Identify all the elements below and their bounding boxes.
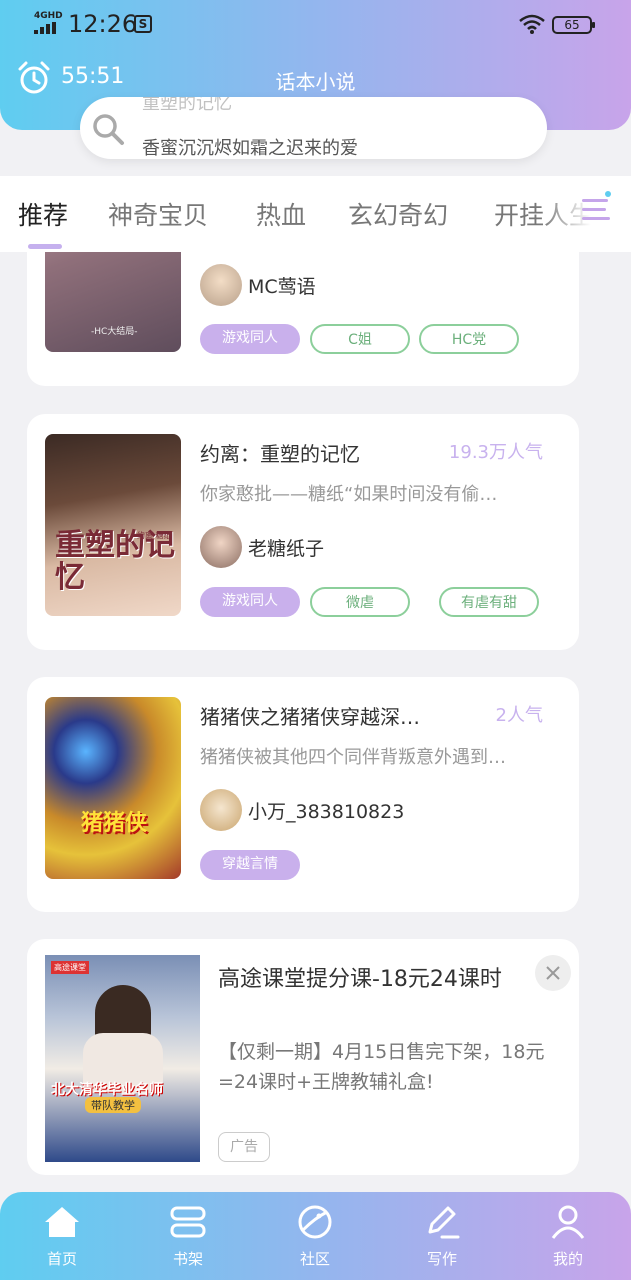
cover-subcaption: 约离 糖纸 <box>137 531 172 540</box>
ad-image-caption: 北大清华毕业名师 <box>51 1082 163 1098</box>
search-scroll-previous: 重塑的记忆 <box>142 97 232 114</box>
avatar <box>200 526 242 568</box>
planet-icon <box>298 1205 332 1239</box>
nav-label: 写作 <box>426 1250 457 1268</box>
ad-badge: 广告 <box>218 1132 270 1162</box>
tag[interactable]: 游戏同人 <box>200 324 300 354</box>
notification-icon: S <box>134 15 152 33</box>
search-placeholder: 香蜜沉沉烬如霜之迟来的爱 <box>142 138 358 159</box>
pen-icon <box>428 1206 460 1239</box>
nav-community[interactable]: 社区 <box>275 1200 355 1269</box>
ad-card[interactable]: 高途课堂 北大清华毕业名师 带队教学 高途课堂提分课-18元24课时 【仅剩一期… <box>27 939 579 1175</box>
author-name: 老糖纸子 <box>248 538 325 560</box>
category-menu-icon[interactable] <box>580 190 616 226</box>
book-description: 猪猪侠被其他四个同伴背叛意外遇到… <box>200 747 506 768</box>
ad-image[interactable]: 高途课堂 北大清华毕业名师 带队教学 <box>45 955 200 1162</box>
nav-label: 社区 <box>299 1250 330 1268</box>
avatar <box>200 264 242 306</box>
book-card[interactable]: 重塑的记忆 约离 糖纸 约离：重塑的记忆 19.3万人气 你家憨批——糖纸“如果… <box>27 414 579 650</box>
book-cover[interactable]: 猪猪侠 <box>45 697 181 879</box>
status-bar: 4GHD 12:26 S 65 <box>0 0 631 50</box>
close-icon[interactable] <box>535 955 571 991</box>
author-name: 小万_383810823 <box>248 801 405 823</box>
category-tabs: 推荐 神奇宝贝 热血 玄幻奇幻 开挂人生 <box>0 176 631 252</box>
user-icon <box>551 1205 585 1239</box>
ad-image-subcaption: 带队教学 <box>85 1097 141 1113</box>
tag[interactable]: 游戏同人 <box>200 587 300 617</box>
book-description: 你家憨批——糖纸“如果时间没有偷… <box>200 484 498 505</box>
tag[interactable]: HC党 <box>419 324 519 354</box>
cover-caption: 猪猪侠 <box>81 811 148 836</box>
book-title[interactable]: 约离：重塑的记忆 <box>200 438 430 467</box>
battery-icon: 65 <box>552 16 595 34</box>
ad-title[interactable]: 高途课堂提分课-18元24课时 <box>218 961 502 993</box>
tag[interactable]: C姐 <box>310 324 410 354</box>
nav-write[interactable]: 写作 <box>402 1200 482 1269</box>
tab-recommend[interactable]: 推荐 <box>18 196 68 232</box>
popularity: 2人气 <box>495 705 543 726</box>
nav-bookshelf[interactable]: 书架 <box>148 1200 228 1269</box>
nav-home[interactable]: 首页 <box>22 1200 102 1269</box>
nav-label: 书架 <box>172 1250 203 1268</box>
author-name: MC莺语 <box>248 276 316 298</box>
ad-description: 【仅剩一期】4月15日售完下架，18元=24课时+王牌教辅礼盒! <box>218 1041 545 1093</box>
bookshelf-icon <box>170 1206 206 1238</box>
tab-pokemon[interactable]: 神奇宝贝 <box>108 196 208 232</box>
tab-fantasy[interactable]: 玄幻奇幻 <box>348 196 448 232</box>
tag[interactable]: 微虐 <box>310 587 410 617</box>
bottom-navigation: 首页 书架 社区 写作 我的 <box>0 1192 631 1280</box>
nav-label: 我的 <box>552 1250 583 1268</box>
book-card[interactable]: 猪猪侠 猪猪侠之猪猪侠穿越深… 2人气 猪猪侠被其他四个同伴背叛意外遇到… 小万… <box>27 677 579 912</box>
wifi-icon <box>519 14 545 34</box>
search-bar[interactable]: 重塑的记忆 香蜜沉沉烬如霜之迟来的爱 <box>80 97 547 159</box>
nav-label: 首页 <box>46 1250 77 1268</box>
network-type: 4GHD <box>34 11 63 21</box>
tab-hot-blood[interactable]: 热血 <box>256 196 306 232</box>
active-tab-indicator <box>28 244 62 249</box>
tag[interactable]: 穿越言情 <box>200 850 300 880</box>
ad-image-brand: 高途课堂 <box>51 961 89 974</box>
book-cover[interactable]: 重塑的记忆 约离 糖纸 <box>45 434 181 616</box>
avatar <box>200 789 242 831</box>
search-icon <box>93 114 124 145</box>
popularity: 19.3万人气 <box>448 442 543 463</box>
signal-icon <box>34 22 60 34</box>
cover-caption: -HC大结局- <box>91 327 138 337</box>
nav-profile[interactable]: 我的 <box>528 1200 608 1269</box>
book-title[interactable]: 猪猪侠之猪猪侠穿越深… <box>200 701 430 730</box>
home-icon <box>45 1207 79 1237</box>
page-title: 话本小说 <box>275 70 356 94</box>
tag[interactable]: 有虐有甜 <box>439 587 539 617</box>
status-time: 12:26 <box>68 10 138 38</box>
